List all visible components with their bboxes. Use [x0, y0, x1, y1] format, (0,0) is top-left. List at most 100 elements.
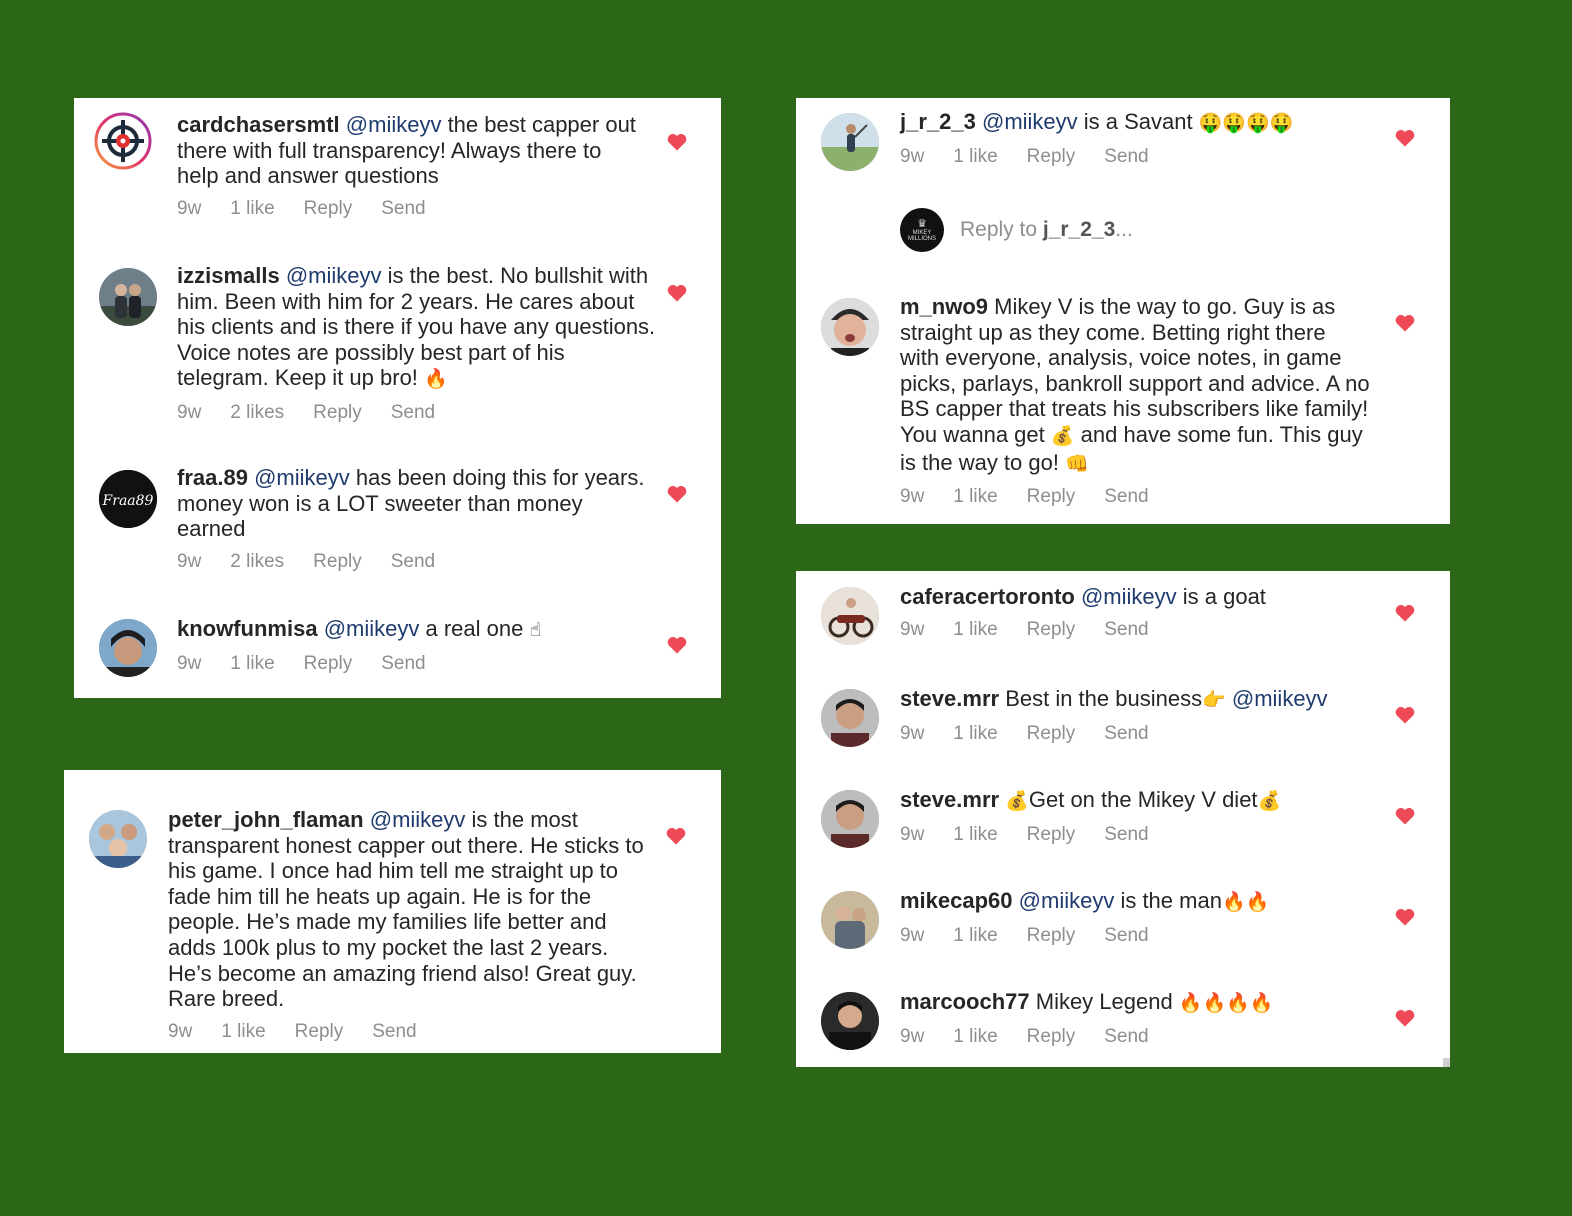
reply-button[interactable]: Reply — [1027, 925, 1076, 946]
comment-text: has been doing this for years. money won… — [177, 465, 645, 542]
comments-card-d: caferacertoronto @miikeyv is a goat 9w 1 … — [796, 571, 1450, 1067]
comment-mention[interactable]: @miikeyv — [1019, 888, 1115, 913]
reply-button[interactable]: Reply — [1027, 723, 1076, 744]
likes-count[interactable]: 2 likes — [230, 551, 284, 572]
reply-button[interactable]: Reply — [1027, 486, 1076, 507]
send-button[interactable]: Send — [1104, 619, 1148, 640]
reply-button[interactable]: Reply — [313, 551, 362, 572]
avatar-knowfunmisa[interactable] — [99, 619, 157, 677]
likes-count[interactable]: 2 likes — [230, 402, 284, 423]
liked-heart-icon[interactable] — [667, 133, 687, 151]
reply-button[interactable]: Reply — [304, 653, 353, 674]
comment-username[interactable]: j_r_2_3 — [900, 109, 976, 134]
avatar-label: MIKEY MILLIONS — [907, 230, 936, 242]
liked-heart-icon[interactable] — [1395, 807, 1415, 825]
send-button[interactable]: Send — [1104, 1026, 1148, 1047]
comment-text: is the man — [1114, 888, 1222, 913]
send-button[interactable]: Send — [1104, 824, 1148, 845]
send-button[interactable]: Send — [1104, 925, 1148, 946]
liked-heart-icon[interactable] — [1395, 604, 1415, 622]
reply-button[interactable]: Reply — [1027, 619, 1076, 640]
comment-mention[interactable]: @miikeyv — [1081, 584, 1177, 609]
comment-mention[interactable]: @miikeyv — [982, 109, 1078, 134]
liked-heart-icon[interactable] — [667, 636, 687, 654]
reply-button[interactable]: Reply — [1027, 824, 1076, 845]
money-bag-emoji-icon: 💰 — [1005, 790, 1029, 812]
comment-text: Get on the Mikey V diet — [1028, 787, 1258, 812]
comment-username[interactable]: knowfunmisa — [177, 616, 318, 641]
send-button[interactable]: Send — [1104, 146, 1148, 167]
comment-username[interactable]: fraa.89 — [177, 465, 248, 490]
comment-username[interactable]: steve.mrr — [900, 787, 999, 812]
avatar-j-r-2-3[interactable] — [821, 113, 879, 171]
send-button[interactable]: Send — [391, 402, 435, 423]
avatar-mikecap60[interactable] — [821, 891, 879, 949]
comment-username[interactable]: caferacertoronto — [900, 584, 1075, 609]
avatar-fraa89[interactable]: Fraa89 — [99, 470, 157, 528]
likes-count[interactable]: 1 like — [953, 486, 997, 507]
comment-mention[interactable]: @miikeyv — [1226, 686, 1328, 711]
likes-count[interactable]: 1 like — [230, 198, 274, 219]
comment-username[interactable]: peter_john_flaman — [168, 807, 364, 832]
liked-heart-icon[interactable] — [667, 485, 687, 503]
avatar-m-nwo9[interactable] — [821, 298, 879, 356]
comment-time: 9w — [900, 823, 925, 845]
liked-heart-icon[interactable] — [1395, 129, 1415, 147]
reply-input[interactable]: Reply to j_r_2_3... — [960, 218, 1260, 242]
send-button[interactable]: Send — [1104, 723, 1148, 744]
comment-text: Best in the business — [999, 686, 1203, 711]
send-button[interactable]: Send — [1104, 486, 1148, 507]
fist-emoji-icon: 👊 — [1065, 452, 1089, 475]
reply-button[interactable]: Reply — [313, 402, 362, 423]
target-logo-icon — [94, 112, 152, 170]
liked-heart-icon[interactable] — [1395, 314, 1415, 332]
likes-count[interactable]: 1 like — [230, 653, 274, 674]
likes-count[interactable]: 1 like — [953, 723, 997, 744]
comment-mention[interactable]: @miikeyv — [286, 263, 382, 288]
comment-username[interactable]: mikecap60 — [900, 888, 1013, 913]
comment-mention[interactable]: @miikeyv — [346, 112, 442, 137]
avatar-peter-john-flaman[interactable] — [89, 810, 147, 868]
avatar-caferacertoronto[interactable] — [821, 587, 879, 645]
likes-count[interactable]: 1 like — [953, 824, 997, 845]
comment-time: 9w — [900, 722, 925, 744]
avatar-steve-mrr[interactable] — [821, 689, 879, 747]
comment-text: is a goat — [1176, 584, 1266, 609]
avatar-label: Fraa89 — [102, 493, 154, 509]
reply-button[interactable]: Reply — [304, 198, 353, 219]
likes-count[interactable]: 1 like — [953, 1026, 997, 1047]
likes-count[interactable]: 1 like — [221, 1021, 265, 1042]
likes-count[interactable]: 1 like — [953, 925, 997, 946]
comment-mention[interactable]: @miikeyv — [370, 807, 466, 832]
scrollbar-nub[interactable] — [1443, 1058, 1450, 1067]
comment-text: is the most transparent honest capper ou… — [168, 807, 644, 1012]
comments-card-a: cardchasersmtl @miikeyv the best capper … — [74, 98, 721, 698]
send-button[interactable]: Send — [372, 1021, 416, 1042]
avatar-cardchasersmtl[interactable] — [94, 112, 152, 170]
send-button[interactable]: Send — [391, 551, 435, 572]
comment-mention[interactable]: @miikeyv — [324, 616, 420, 641]
reply-button[interactable]: Reply — [1027, 1026, 1076, 1047]
comment-username[interactable]: m_nwo9 — [900, 294, 988, 319]
comment-username[interactable]: marcooch77 — [900, 989, 1030, 1014]
liked-heart-icon[interactable] — [666, 827, 686, 845]
fire-emoji-icon: 🔥🔥🔥🔥 — [1178, 992, 1274, 1014]
avatar-izzismalls[interactable] — [99, 268, 157, 326]
likes-count[interactable]: 1 like — [953, 619, 997, 640]
comment-username[interactable]: steve.mrr — [900, 686, 999, 711]
reply-button[interactable]: Reply — [295, 1021, 344, 1042]
liked-heart-icon[interactable] — [1395, 1009, 1415, 1027]
liked-heart-icon[interactable] — [1395, 706, 1415, 724]
avatar-marcooch77[interactable] — [821, 992, 879, 1050]
comment-mention[interactable]: @miikeyv — [254, 465, 350, 490]
comment-username[interactable]: izzismalls — [177, 263, 280, 288]
liked-heart-icon[interactable] — [667, 284, 687, 302]
avatar-steve-mrr[interactable] — [821, 790, 879, 848]
liked-heart-icon[interactable] — [1395, 908, 1415, 926]
reply-button[interactable]: Reply — [1027, 146, 1076, 167]
send-button[interactable]: Send — [381, 198, 425, 219]
likes-count[interactable]: 1 like — [953, 146, 997, 167]
comment-time: 9w — [168, 1020, 193, 1042]
send-button[interactable]: Send — [381, 653, 425, 674]
comment-username[interactable]: cardchasersmtl — [177, 112, 340, 137]
